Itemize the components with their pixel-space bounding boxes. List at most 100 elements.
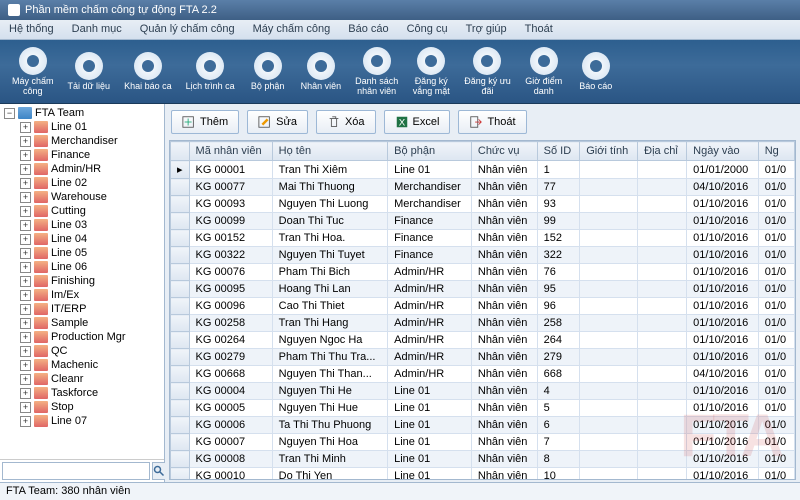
- expand-icon[interactable]: +: [20, 178, 31, 189]
- cell-pos[interactable]: Nhân viên: [471, 434, 537, 451]
- cell-d2[interactable]: 01/0: [758, 264, 794, 281]
- table-row[interactable]: KG 00076Pham Thi BichAdmin/HRNhân viên76…: [171, 264, 795, 281]
- table-row[interactable]: KG 00006Ta Thi Thu PhuongLine 01Nhân viê…: [171, 417, 795, 434]
- expand-icon[interactable]: +: [20, 192, 31, 203]
- add-button[interactable]: Thêm: [171, 110, 239, 134]
- tree-node-line01[interactable]: +Line 01: [2, 120, 162, 134]
- cell-addr[interactable]: [638, 332, 687, 349]
- tree-search-input[interactable]: [2, 462, 150, 480]
- cell-name[interactable]: Tran Thi Xiêm: [272, 161, 387, 179]
- table-row[interactable]: KG 00279Pham Thi Thu Tra...Admin/HRNhân …: [171, 349, 795, 366]
- cell-dept[interactable]: Merchandiser: [388, 196, 472, 213]
- cell-addr[interactable]: [638, 434, 687, 451]
- cell-dept[interactable]: Line 01: [388, 161, 472, 179]
- cell-gender[interactable]: [580, 230, 638, 247]
- expand-icon[interactable]: +: [20, 262, 31, 273]
- tree[interactable]: −FTA Team+Line 01+Merchandiser+Finance+A…: [0, 104, 164, 459]
- cell-date[interactable]: 01/10/2016: [687, 383, 759, 400]
- cell-date[interactable]: 01/10/2016: [687, 298, 759, 315]
- tree-node-adminhr[interactable]: +Admin/HR: [2, 162, 162, 176]
- cell-addr[interactable]: [638, 196, 687, 213]
- cell-gender[interactable]: [580, 264, 638, 281]
- col-header[interactable]: Chức vụ: [471, 142, 537, 161]
- tool-report[interactable]: Báo cáo: [571, 44, 621, 99]
- cell-pos[interactable]: Nhân viên: [471, 468, 537, 481]
- row-handle[interactable]: [171, 451, 190, 468]
- row-handle[interactable]: [171, 281, 190, 298]
- cell-addr[interactable]: [638, 417, 687, 434]
- cell-sid[interactable]: 76: [537, 264, 580, 281]
- col-header[interactable]: Bộ phận: [388, 142, 472, 161]
- cell-pos[interactable]: Nhân viên: [471, 213, 537, 230]
- tree-node-machenic[interactable]: +Machenic: [2, 358, 162, 372]
- row-handle[interactable]: [171, 332, 190, 349]
- cell-gender[interactable]: [580, 213, 638, 230]
- cell-gender[interactable]: [580, 366, 638, 383]
- cell-gender[interactable]: [580, 315, 638, 332]
- cell-name[interactable]: Nguyen Thi He: [272, 383, 387, 400]
- cell-addr[interactable]: [638, 298, 687, 315]
- cell-date[interactable]: 01/10/2016: [687, 332, 759, 349]
- cell-date[interactable]: 01/10/2016: [687, 213, 759, 230]
- tree-node-cleanr[interactable]: +Cleanr: [2, 372, 162, 386]
- cell-date[interactable]: 04/10/2016: [687, 179, 759, 196]
- tool-schedule[interactable]: Lịch trình ca: [180, 44, 241, 99]
- cell-name[interactable]: Nguyen Thi Tuyet: [272, 247, 387, 264]
- table-row[interactable]: ▸KG 00001Tran Thi XiêmLine 01Nhân viên10…: [171, 161, 795, 179]
- cell-pos[interactable]: Nhân viên: [471, 332, 537, 349]
- row-handle[interactable]: [171, 434, 190, 451]
- cell-sid[interactable]: 152: [537, 230, 580, 247]
- tree-node-qc[interactable]: +QC: [2, 344, 162, 358]
- menu-qunlchmcng[interactable]: Quản lý chấm công: [131, 20, 244, 39]
- cell-date[interactable]: 01/10/2016: [687, 400, 759, 417]
- tree-node-line03[interactable]: +Line 03: [2, 218, 162, 232]
- cell-dept[interactable]: Merchandiser: [388, 179, 472, 196]
- cell-id[interactable]: KG 00152: [189, 230, 272, 247]
- tree-root[interactable]: −FTA Team: [2, 106, 162, 120]
- cell-id[interactable]: KG 00093: [189, 196, 272, 213]
- cell-id[interactable]: KG 00322: [189, 247, 272, 264]
- collapse-icon[interactable]: −: [4, 108, 15, 119]
- cell-date[interactable]: 01/10/2016: [687, 417, 759, 434]
- cell-gender[interactable]: [580, 400, 638, 417]
- expand-icon[interactable]: +: [20, 304, 31, 315]
- cell-id[interactable]: KG 00264: [189, 332, 272, 349]
- row-handle[interactable]: [171, 468, 190, 481]
- tree-node-iterp[interactable]: +IT/ERP: [2, 302, 162, 316]
- menu-cngc[interactable]: Công cụ: [398, 20, 457, 39]
- cell-sid[interactable]: 1: [537, 161, 580, 179]
- cell-gender[interactable]: [580, 247, 638, 264]
- menu-thot[interactable]: Thoát: [516, 20, 562, 39]
- table-row[interactable]: KG 00152Tran Thi Hoa.FinanceNhân viên152…: [171, 230, 795, 247]
- tree-node-sample[interactable]: +Sample: [2, 316, 162, 330]
- cell-d2[interactable]: 01/0: [758, 247, 794, 264]
- cell-addr[interactable]: [638, 315, 687, 332]
- cell-dept[interactable]: Finance: [388, 247, 472, 264]
- cell-dept[interactable]: Finance: [388, 230, 472, 247]
- tree-node-line05[interactable]: +Line 05: [2, 246, 162, 260]
- cell-name[interactable]: Tran Thi Hang: [272, 315, 387, 332]
- cell-id[interactable]: KG 00010: [189, 468, 272, 481]
- tree-node-imex[interactable]: +Im/Ex: [2, 288, 162, 302]
- table-row[interactable]: KG 00077Mai Thi ThuongMerchandiserNhân v…: [171, 179, 795, 196]
- cell-date[interactable]: 04/10/2016: [687, 366, 759, 383]
- cell-d2[interactable]: 01/0: [758, 213, 794, 230]
- cell-name[interactable]: Ta Thi Thu Phuong: [272, 417, 387, 434]
- cell-pos[interactable]: Nhân viên: [471, 247, 537, 264]
- cell-id[interactable]: KG 00006: [189, 417, 272, 434]
- row-handle[interactable]: [171, 230, 190, 247]
- expand-icon[interactable]: +: [20, 220, 31, 231]
- excel-button[interactable]: X Excel: [384, 110, 451, 134]
- cell-sid[interactable]: 95: [537, 281, 580, 298]
- expand-icon[interactable]: +: [20, 318, 31, 329]
- cell-sid[interactable]: 96: [537, 298, 580, 315]
- row-handle[interactable]: [171, 196, 190, 213]
- cell-gender[interactable]: [580, 417, 638, 434]
- cell-addr[interactable]: [638, 383, 687, 400]
- tree-node-finance[interactable]: +Finance: [2, 148, 162, 162]
- cell-pos[interactable]: Nhân viên: [471, 366, 537, 383]
- cell-sid[interactable]: 258: [537, 315, 580, 332]
- cell-name[interactable]: Cao Thi Thiet: [272, 298, 387, 315]
- cell-name[interactable]: Tran Thi Minh: [272, 451, 387, 468]
- cell-sid[interactable]: 77: [537, 179, 580, 196]
